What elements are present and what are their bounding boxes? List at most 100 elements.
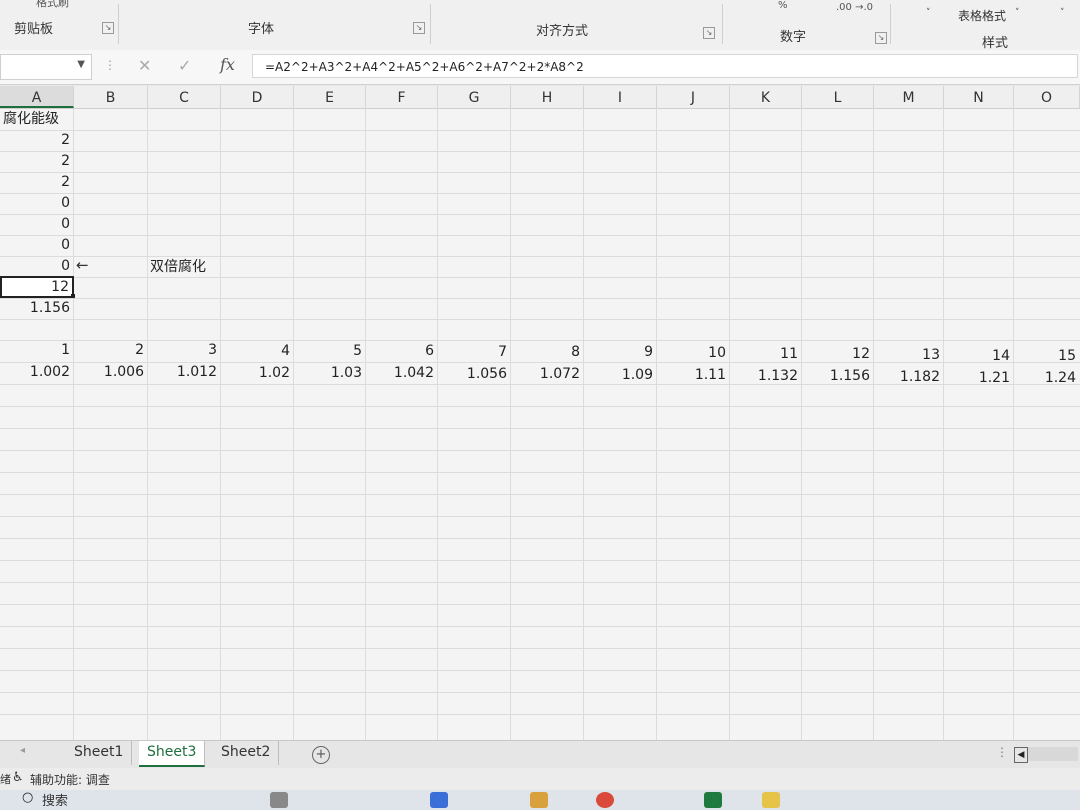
decimal-icon[interactable]: .00 →.0 bbox=[836, 2, 873, 13]
chevron-down-icon[interactable]: ˅ bbox=[926, 8, 931, 18]
cell-d12[interactable]: 4 bbox=[221, 341, 293, 362]
cell-a10[interactable]: 1.156 bbox=[0, 298, 73, 319]
column-headers: A B C D E F G H I J K L M N O bbox=[0, 86, 1080, 109]
cell-a7[interactable]: 0 bbox=[0, 235, 73, 256]
cell-e12[interactable]: 5 bbox=[294, 341, 365, 362]
formula-input[interactable]: =A2^2+A3^2+A4^2+A5^2+A6^2+A7^2+2*A8^2 bbox=[252, 54, 1078, 78]
gridline bbox=[365, 108, 366, 740]
cell-a13[interactable]: 1.002 bbox=[0, 362, 73, 383]
cell-m13[interactable]: 1.182 bbox=[874, 367, 943, 388]
cell-f13[interactable]: 1.042 bbox=[366, 363, 437, 384]
column-header-d[interactable]: D bbox=[221, 86, 294, 108]
cell-a3[interactable]: 2 bbox=[0, 151, 73, 172]
cell-c8[interactable]: 双倍腐化 bbox=[147, 257, 247, 278]
horizontal-scrollbar[interactable] bbox=[1028, 747, 1078, 761]
column-header-m[interactable]: M bbox=[874, 86, 944, 108]
gridline bbox=[0, 235, 1080, 236]
taskbar-search[interactable]: 搜索 bbox=[42, 790, 68, 809]
taskbar-app-icon[interactable] bbox=[430, 792, 448, 808]
cell-a2[interactable]: 2 bbox=[0, 130, 73, 151]
percent-icon[interactable]: % bbox=[778, 0, 788, 11]
cell-i13[interactable]: 1.09 bbox=[584, 365, 656, 386]
cell-a12[interactable]: 1 bbox=[0, 340, 73, 361]
cell-i12[interactable]: 9 bbox=[584, 342, 656, 363]
cell-c13[interactable]: 1.012 bbox=[148, 362, 220, 383]
ribbon-separator bbox=[118, 4, 119, 44]
confirm-icon[interactable]: ✓ bbox=[178, 56, 191, 75]
cell-o13[interactable]: 1.24 bbox=[1014, 368, 1079, 389]
font-launcher-icon[interactable]: ↘ bbox=[413, 22, 425, 34]
split-handle-icon[interactable]: ⋮ bbox=[996, 745, 1008, 759]
format-painter-label[interactable]: 格式刷 bbox=[36, 0, 69, 10]
drag-handle-icon[interactable]: ⋮ bbox=[104, 58, 116, 72]
cell-a1[interactable]: 腐化能级 bbox=[0, 109, 74, 130]
column-header-c[interactable]: C bbox=[148, 86, 221, 108]
ribbon-separator bbox=[430, 4, 431, 44]
column-header-j[interactable]: J bbox=[657, 86, 730, 108]
gridline bbox=[0, 670, 1080, 671]
clipboard-launcher-icon[interactable]: ↘ bbox=[102, 22, 114, 34]
format-as-table-button[interactable]: 表格格式 bbox=[958, 7, 1006, 24]
tab-sheet1[interactable]: Sheet1 bbox=[66, 741, 133, 765]
cell-b13[interactable]: 1.006 bbox=[74, 362, 147, 383]
cell-h12[interactable]: 8 bbox=[511, 342, 583, 363]
column-header-a[interactable]: A bbox=[0, 86, 74, 108]
taskbar-app-icon[interactable] bbox=[762, 792, 780, 808]
cell-l13[interactable]: 1.156 bbox=[802, 366, 873, 387]
column-header-o[interactable]: O bbox=[1014, 86, 1080, 108]
column-header-h[interactable]: H bbox=[511, 86, 584, 108]
column-header-l[interactable]: L bbox=[802, 86, 874, 108]
cell-a6[interactable]: 0 bbox=[0, 214, 73, 235]
cell-e13[interactable]: 1.03 bbox=[294, 363, 365, 384]
cell-j13[interactable]: 1.11 bbox=[657, 365, 729, 386]
chevron-down-icon[interactable]: ˅ bbox=[1015, 8, 1020, 18]
accessibility-status[interactable]: 辅助功能: 调查 bbox=[30, 771, 110, 788]
cell-j12[interactable]: 10 bbox=[657, 343, 729, 364]
taskbar-app-icon[interactable] bbox=[270, 792, 288, 808]
chevron-down-icon[interactable]: ▼ bbox=[77, 59, 85, 70]
cell-n12[interactable]: 14 bbox=[944, 346, 1013, 367]
column-header-f[interactable]: F bbox=[366, 86, 438, 108]
cell-g12[interactable]: 7 bbox=[438, 342, 510, 363]
name-box[interactable]: ▼ bbox=[0, 54, 92, 80]
column-header-b[interactable]: B bbox=[74, 86, 148, 108]
add-sheet-icon[interactable]: + bbox=[312, 746, 330, 764]
excel-icon[interactable] bbox=[704, 792, 722, 808]
cell-a4[interactable]: 2 bbox=[0, 172, 73, 193]
column-header-n[interactable]: N bbox=[944, 86, 1014, 108]
tab-scroll-icon[interactable]: ◂ bbox=[20, 745, 25, 756]
chevron-down-icon[interactable]: ˅ bbox=[1060, 8, 1065, 18]
scroll-left-icon[interactable]: ◀ bbox=[1014, 747, 1028, 763]
cell-k13[interactable]: 1.132 bbox=[730, 366, 801, 387]
cell-f12[interactable]: 6 bbox=[366, 341, 437, 362]
ribbon-separator bbox=[890, 4, 891, 44]
cell-l12[interactable]: 12 bbox=[802, 344, 873, 365]
cell-d13[interactable]: 1.02 bbox=[221, 363, 293, 384]
column-header-e[interactable]: E bbox=[294, 86, 366, 108]
column-header-g[interactable]: G bbox=[438, 86, 511, 108]
cell-n13[interactable]: 1.21 bbox=[944, 368, 1013, 389]
insert-function-icon[interactable]: fx bbox=[220, 55, 235, 74]
worksheet-grid[interactable]: A B C D E F G H I J K L M N O 腐化能级 2 2 2… bbox=[0, 86, 1080, 740]
cell-o12[interactable]: 15 bbox=[1014, 346, 1079, 367]
cancel-icon[interactable]: ✕ bbox=[138, 56, 151, 75]
accessibility-icon[interactable]: ♿ bbox=[12, 770, 24, 785]
tab-sheet3[interactable]: Sheet3 bbox=[139, 741, 206, 767]
cell-h13[interactable]: 1.072 bbox=[511, 364, 583, 385]
column-header-k[interactable]: K bbox=[730, 86, 802, 108]
cell-g13[interactable]: 1.056 bbox=[438, 364, 510, 385]
number-launcher-icon[interactable]: ↘ bbox=[875, 32, 887, 44]
cell-m12[interactable]: 13 bbox=[874, 345, 943, 366]
cell-a8[interactable]: 0 bbox=[0, 256, 73, 277]
cell-k12[interactable]: 11 bbox=[730, 344, 801, 365]
taskbar-app-icon[interactable] bbox=[596, 792, 614, 808]
column-header-i[interactable]: I bbox=[584, 86, 657, 108]
cell-a9-selected[interactable]: 12 bbox=[0, 276, 74, 298]
cell-a5[interactable]: 0 bbox=[0, 193, 73, 214]
tab-sheet2[interactable]: Sheet2 bbox=[213, 741, 280, 765]
search-icon[interactable]: ○ bbox=[22, 790, 33, 805]
cell-c12[interactable]: 3 bbox=[148, 340, 220, 361]
alignment-launcher-icon[interactable]: ↘ bbox=[703, 27, 715, 39]
taskbar-app-icon[interactable] bbox=[530, 792, 548, 808]
cell-b12[interactable]: 2 bbox=[74, 340, 147, 361]
